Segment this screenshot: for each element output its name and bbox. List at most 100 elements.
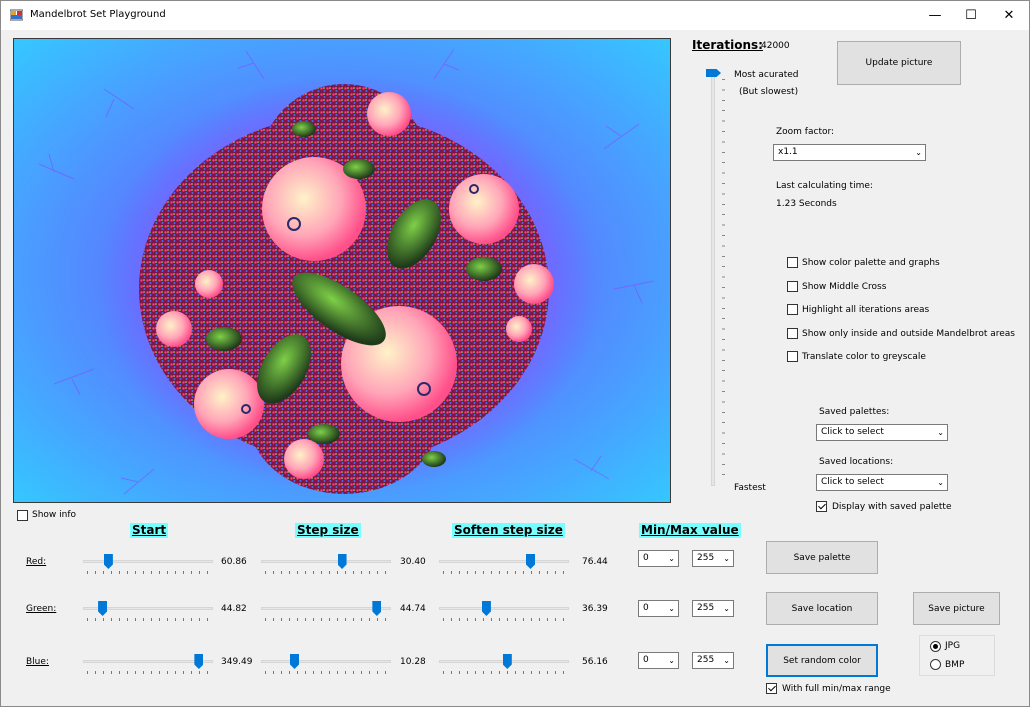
saved-palettes-value: Click to select — [821, 427, 884, 437]
red-min-select[interactable]: 0 ⌄ — [638, 550, 679, 567]
blue-min-select[interactable]: 0 ⌄ — [638, 652, 679, 669]
red-step-ticks — [265, 571, 387, 574]
title-bar: Mandelbrot Set Playground — ☐ ✕ — [1, 1, 1029, 30]
blue-start-track[interactable] — [83, 660, 213, 663]
start-header: Start — [130, 523, 169, 538]
blue-row-label: Blue: — [26, 657, 49, 667]
green-start-value: 44.82 — [221, 604, 247, 614]
close-button[interactable]: ✕ — [989, 1, 1029, 30]
blue-start-value: 349.49 — [221, 657, 253, 667]
green-soften-track[interactable] — [439, 607, 569, 610]
blue-min-value: 0 — [643, 655, 649, 665]
blue-step-thumb[interactable] — [290, 654, 299, 669]
blue-start-ticks — [87, 671, 209, 674]
window-title: Mandelbrot Set Playground — [30, 9, 166, 20]
save-picture-button[interactable]: Save picture — [913, 592, 1000, 625]
chevron-down-icon: ⌄ — [723, 604, 730, 613]
iterations-slider-track[interactable] — [711, 73, 715, 486]
green-soften-thumb[interactable] — [481, 601, 491, 616]
update-picture-button[interactable]: Update picture — [837, 41, 961, 85]
show-palette-label: Show color palette and graphs — [802, 258, 940, 268]
show-middle-cross-label: Show Middle Cross — [802, 282, 887, 292]
chevron-down-icon: ⌄ — [723, 554, 730, 563]
chevron-down-icon: ⌄ — [668, 554, 675, 563]
blue-soften-thumb[interactable] — [502, 654, 512, 669]
green-min-value: 0 — [643, 603, 649, 613]
chevron-down-icon: ⌄ — [723, 656, 730, 665]
blue-soften-ticks — [443, 671, 565, 674]
chevron-down-icon: ⌄ — [915, 148, 922, 157]
iterations-bottom-label: Fastest — [734, 483, 766, 493]
red-soften-thumb[interactable] — [526, 554, 535, 569]
app-icon — [10, 9, 23, 21]
chevron-down-icon: ⌄ — [937, 478, 944, 487]
minimize-button[interactable]: — — [915, 1, 955, 30]
saved-locations-select[interactable]: Click to select ⌄ — [816, 474, 948, 491]
save-location-button[interactable]: Save location — [766, 592, 878, 625]
green-step-track[interactable] — [261, 607, 391, 610]
blue-soften-value: 56.16 — [582, 657, 608, 667]
full-range-checkbox[interactable] — [766, 683, 777, 694]
iterations-top-label: Most acurated — [734, 70, 799, 80]
zoom-factor-value: x1.1 — [778, 147, 798, 157]
full-range-label: With full min/max range — [782, 684, 891, 694]
show-info-checkbox[interactable] — [17, 510, 28, 521]
fractal-image — [14, 39, 670, 502]
green-row-label: Green: — [26, 604, 57, 614]
show-palette-checkbox[interactable] — [787, 257, 798, 268]
blue-step-track[interactable] — [261, 660, 391, 663]
random-color-button[interactable]: Set random color — [766, 644, 878, 677]
greyscale-checkbox[interactable] — [787, 351, 798, 362]
green-start-ticks — [87, 618, 209, 621]
green-start-thumb[interactable] — [98, 601, 108, 616]
app-window: Mandelbrot Set Playground — ☐ ✕ Show inf… — [0, 0, 1030, 707]
highlight-iterations-label: Highlight all iterations areas — [802, 305, 930, 315]
bmp-radio[interactable] — [930, 659, 941, 670]
saved-palettes-label: Saved palettes: — [819, 407, 890, 417]
blue-start-thumb[interactable] — [194, 654, 204, 669]
red-start-thumb[interactable] — [103, 554, 113, 569]
green-min-select[interactable]: 0 ⌄ — [638, 600, 679, 617]
highlight-iterations-checkbox[interactable] — [787, 304, 798, 315]
red-max-value: 255 — [697, 553, 715, 563]
inside-outside-checkbox[interactable] — [787, 328, 798, 339]
red-step-thumb[interactable] — [337, 554, 347, 569]
green-step-value: 44.74 — [400, 604, 426, 614]
greyscale-label: Translate color to greyscale — [802, 352, 926, 362]
green-step-ticks — [265, 618, 387, 621]
jpg-radio[interactable] — [930, 641, 941, 652]
red-soften-track[interactable] — [439, 560, 569, 563]
red-max-select[interactable]: 255 ⌄ — [692, 550, 734, 567]
saved-palettes-select[interactable]: Click to select ⌄ — [816, 424, 948, 441]
fractal-picture[interactable] — [13, 38, 671, 503]
saved-locations-label: Saved locations: — [819, 457, 894, 467]
zoom-factor-select[interactable]: x1.1 ⌄ — [773, 144, 926, 161]
iterations-top-sublabel: (But slowest) — [739, 87, 799, 97]
maximize-button[interactable]: ☐ — [951, 1, 991, 30]
red-start-track[interactable] — [83, 560, 213, 563]
blue-max-select[interactable]: 255 ⌄ — [692, 652, 734, 669]
green-max-select[interactable]: 255 ⌄ — [692, 600, 734, 617]
soften-step-header: Soften step size — [452, 523, 565, 538]
red-step-track[interactable] — [261, 560, 391, 563]
min-max-header: Min/Max value — [639, 523, 741, 538]
show-middle-cross-checkbox[interactable] — [787, 281, 798, 292]
bmp-label: BMP — [945, 660, 965, 670]
green-max-value: 255 — [697, 603, 715, 613]
red-start-value: 60.86 — [221, 557, 247, 567]
green-step-thumb[interactable] — [372, 601, 382, 616]
green-soften-value: 36.39 — [582, 604, 608, 614]
display-saved-palette-label: Display with saved palette — [832, 502, 952, 512]
iterations-slider-thumb[interactable] — [706, 69, 721, 77]
save-palette-button[interactable]: Save palette — [766, 541, 878, 574]
step-size-header: Step size — [295, 523, 361, 538]
chevron-down-icon: ⌄ — [668, 656, 675, 665]
red-step-value: 30.40 — [400, 557, 426, 567]
red-soften-ticks — [443, 571, 565, 574]
zoom-factor-label: Zoom factor: — [776, 127, 835, 137]
iterations-value: 42000 — [761, 41, 790, 51]
calc-time-label: Last calculating time: — [776, 181, 873, 191]
iterations-label: Iterations: — [692, 38, 763, 52]
blue-step-value: 10.28 — [400, 657, 426, 667]
display-saved-palette-checkbox[interactable] — [816, 501, 827, 512]
